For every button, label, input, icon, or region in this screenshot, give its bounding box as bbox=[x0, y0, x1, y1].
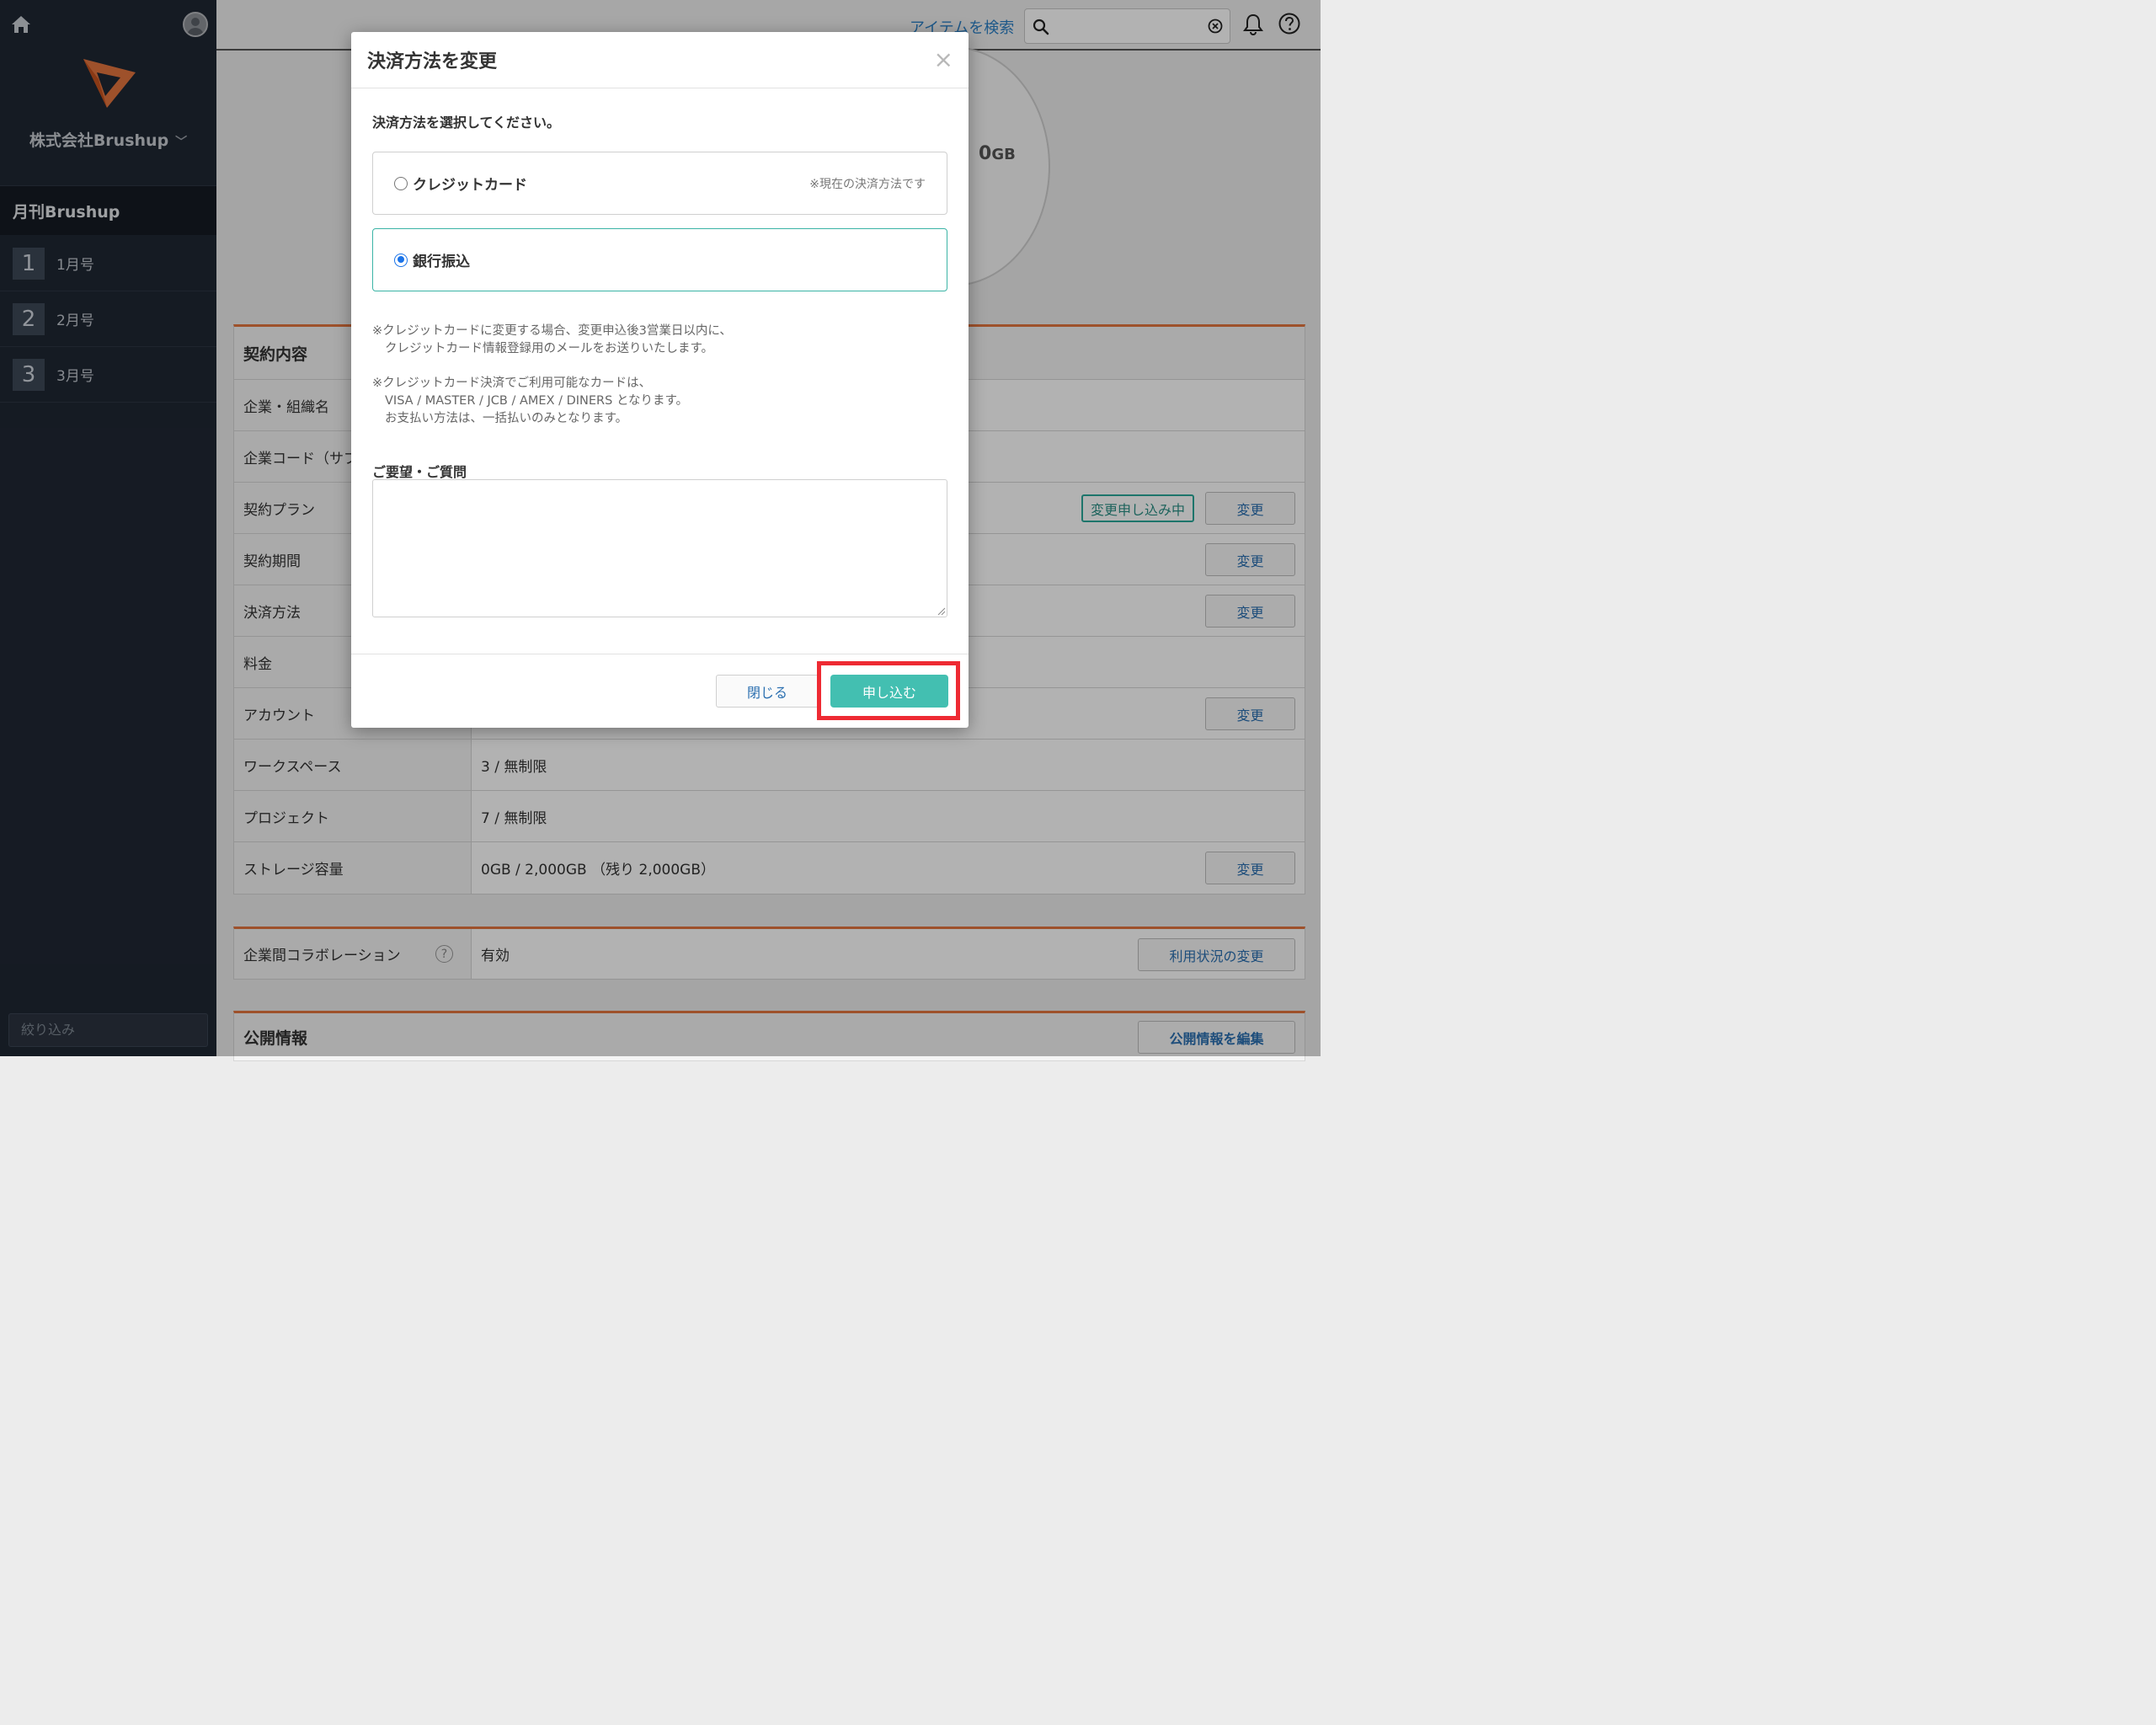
dialog-prompt: 決済方法を選択してください。 bbox=[372, 115, 561, 131]
bank-transfer-radio[interactable] bbox=[394, 253, 408, 267]
option-bank-transfer[interactable]: 銀行振込 bbox=[372, 228, 947, 291]
note-line: ※クレジットカード決済でご利用可能なカードは、 bbox=[372, 377, 652, 390]
dialog-title: 決済方法を変更 bbox=[351, 32, 969, 88]
resize-grip-icon[interactable] bbox=[937, 607, 946, 616]
note-line: VISA / MASTER / JCB / AMEX / DINERS となりま… bbox=[385, 394, 689, 408]
close-icon[interactable]: × bbox=[934, 45, 953, 73]
option-label: 銀行振込 bbox=[413, 254, 470, 270]
note-line: ※クレジットカードに変更する場合、変更申込後3営業日以内に、 bbox=[372, 324, 732, 338]
close-button[interactable]: 閉じる bbox=[716, 675, 819, 708]
option-label: クレジットカード bbox=[413, 177, 527, 194]
note-line: お支払い方法は、一括払いのみとなります。 bbox=[385, 412, 628, 425]
note-line: クレジットカード情報登録用のメールをお送りいたします。 bbox=[385, 342, 714, 355]
option-credit-card[interactable]: クレジットカード ※現在の決済方法です bbox=[372, 152, 947, 215]
apply-button-highlight bbox=[817, 661, 960, 720]
payment-notes: ※クレジットカードに変更する場合、変更申込後3営業日以内に、 クレジットカード情… bbox=[372, 323, 732, 428]
credit-card-radio[interactable] bbox=[394, 176, 408, 190]
current-method-note: ※現在の決済方法です bbox=[809, 177, 926, 191]
question-label: ご要望・ご質問 bbox=[372, 464, 467, 480]
change-payment-dialog: 決済方法を変更 × 決済方法を選択してください。 クレジットカード ※現在の決済… bbox=[351, 32, 969, 728]
question-textarea[interactable] bbox=[372, 479, 947, 617]
